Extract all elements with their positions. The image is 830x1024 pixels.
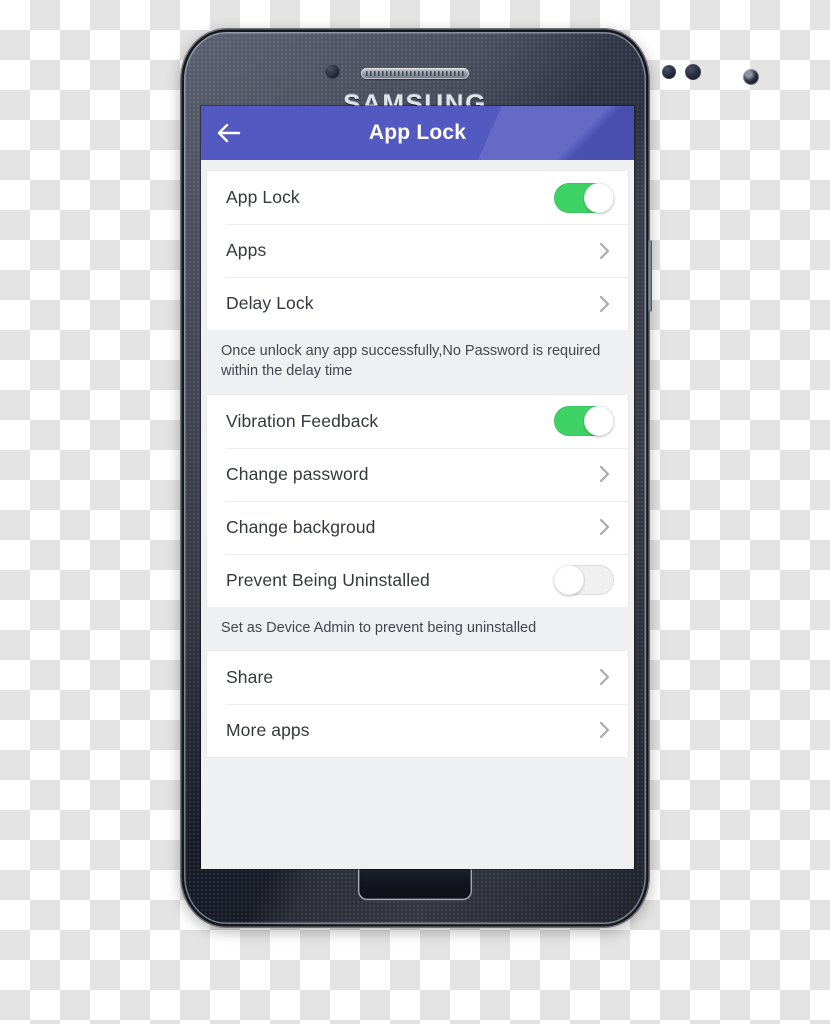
app-lock-toggle[interactable] bbox=[554, 182, 614, 213]
front-camera-icon bbox=[743, 69, 759, 85]
earpiece-speaker-grille bbox=[361, 68, 469, 79]
row-label: Change password bbox=[226, 463, 369, 484]
row-label: More apps bbox=[226, 719, 310, 740]
settings-row-change-password[interactable]: Change password bbox=[207, 447, 628, 501]
chevron-right-icon bbox=[599, 465, 610, 483]
vibration-feedback-toggle[interactable] bbox=[554, 406, 614, 437]
settings-card: Share More apps bbox=[207, 650, 628, 757]
arrow-left-icon bbox=[217, 123, 241, 143]
settings-row-apps[interactable]: Apps bbox=[207, 224, 628, 277]
transparent-canvas: SAMSUNG App Lock App Lock Apps Delay Loc… bbox=[0, 0, 830, 1024]
row-label: Share bbox=[226, 666, 274, 687]
light-sensor-icon bbox=[662, 65, 676, 79]
power-button[interactable] bbox=[648, 240, 652, 312]
row-label: Change backgroud bbox=[226, 516, 376, 537]
row-label: Prevent Being Uninstalled bbox=[226, 569, 430, 590]
settings-row-more-apps[interactable]: More apps bbox=[207, 703, 628, 757]
delay-lock-description: Once unlock any app successfully,No Pass… bbox=[201, 330, 634, 395]
toggle-knob bbox=[584, 406, 614, 437]
chevron-right-icon bbox=[599, 242, 610, 259]
samsung-phone-mockup: SAMSUNG App Lock App Lock Apps Delay Loc… bbox=[180, 28, 759, 928]
app-bar: App Lock bbox=[201, 106, 634, 160]
row-label: Delay Lock bbox=[226, 293, 314, 313]
notification-led-icon bbox=[685, 64, 701, 80]
settings-list: App Lock Apps Delay Lock Once unlock any… bbox=[201, 160, 634, 869]
row-label: App Lock bbox=[226, 187, 300, 207]
row-label: Vibration Feedback bbox=[226, 410, 379, 431]
chevron-right-icon bbox=[599, 669, 610, 686]
back-button[interactable] bbox=[201, 106, 257, 160]
phone-screen: App Lock App Lock Apps Delay Lock Once u… bbox=[201, 106, 634, 869]
settings-row-share[interactable]: Share bbox=[207, 650, 628, 704]
toggle-knob bbox=[584, 182, 614, 213]
settings-row-app-lock[interactable]: App Lock bbox=[207, 171, 628, 224]
page-title: App Lock bbox=[368, 121, 467, 144]
settings-row-delay-lock[interactable]: Delay Lock bbox=[207, 277, 628, 330]
settings-row-vibration-feedback[interactable]: Vibration Feedback bbox=[207, 394, 628, 448]
prevent-uninstall-toggle[interactable] bbox=[554, 565, 614, 596]
chevron-right-icon bbox=[599, 722, 610, 739]
device-admin-description: Set as Device Admin to prevent being uni… bbox=[201, 606, 634, 651]
proximity-sensor-icon bbox=[325, 64, 340, 79]
row-label: Apps bbox=[226, 240, 267, 260]
settings-card: App Lock Apps Delay Lock bbox=[207, 171, 628, 330]
settings-row-prevent-being-uninstalled[interactable]: Prevent Being Uninstalled bbox=[207, 553, 628, 607]
settings-card: Vibration Feedback Change password Chang… bbox=[207, 394, 628, 607]
app-bar-glare bbox=[457, 106, 634, 160]
settings-row-change-background[interactable]: Change backgroud bbox=[207, 500, 628, 554]
chevron-right-icon bbox=[599, 518, 610, 536]
toggle-knob bbox=[554, 565, 584, 596]
chevron-right-icon bbox=[599, 295, 610, 312]
